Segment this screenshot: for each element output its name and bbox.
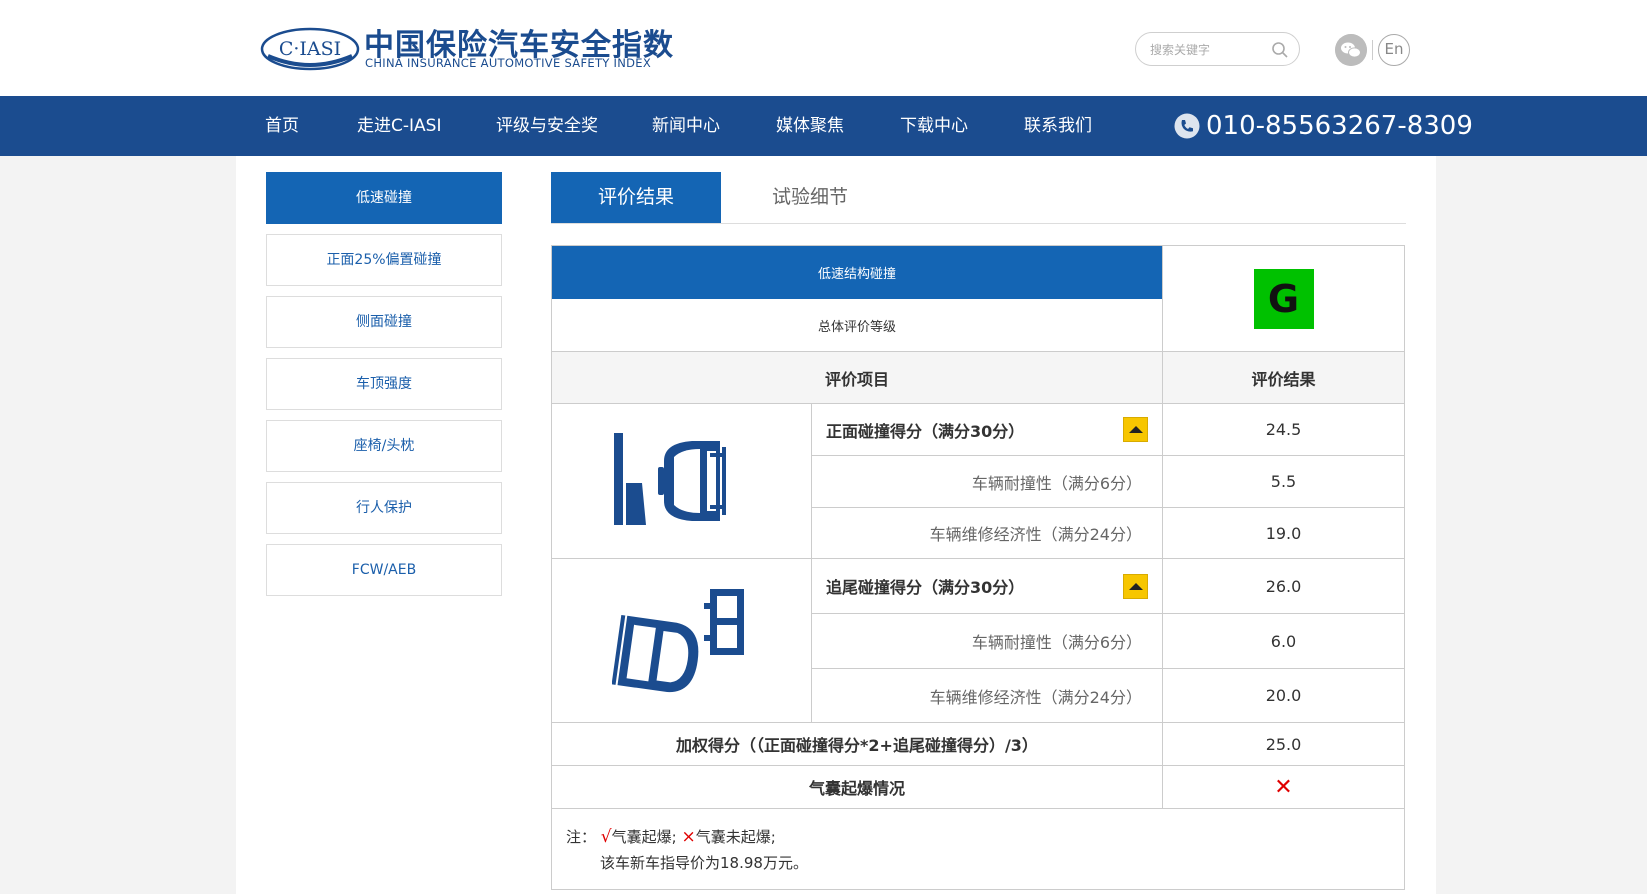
front-crashworthiness-label-cell: 车辆耐撞性（满分6分） [812, 456, 1162, 508]
sidebar-item-fcw-aeb[interactable]: FCW/AEB [266, 544, 502, 596]
search-box [1135, 32, 1300, 66]
sidebar-item-roof-strength[interactable]: 车顶强度 [266, 358, 502, 410]
overall-grade-badge: G [1253, 268, 1314, 329]
sidebar-item-side-impact[interactable]: 侧面碰撞 [266, 296, 502, 348]
phone-number-text: 010-85563267-8309 [1206, 111, 1473, 141]
rear-crash-title-cell: 追尾碰撞得分（满分30分） [812, 559, 1162, 614]
front-repair-economy-label: 车辆维修经济性（满分24分） [929, 525, 1142, 544]
note-line-legend: 注： √气囊起爆; ×气囊未起爆; [566, 824, 808, 850]
nav-item-about[interactable]: 走进C-IASI [357, 96, 441, 156]
overall-label: 总体评价等级 [817, 319, 896, 335]
nav-item-ratings[interactable]: 评级与安全奖 [496, 96, 598, 156]
column-header-item-label: 评价项目 [824, 369, 889, 389]
front-crashworthiness-label: 车辆耐撞性（满分6分） [971, 473, 1142, 493]
result-table: 低速结构碰撞 总体评价等级 G 评价项目 评价结果 正面碰撞得分（满分30分） … [551, 245, 1405, 890]
test-name: 低速结构碰撞 [817, 267, 896, 282]
overall-grade-cell: G [1163, 246, 1404, 352]
rear-repair-economy-label: 车辆维修经济性（满分24分） [929, 687, 1142, 707]
cross-icon: × [681, 827, 696, 847]
rear-crashworthiness-value-cell: 6.0 [1163, 614, 1404, 669]
note-price: 该车新车指导价为18.98万元。 [600, 854, 808, 872]
caret-up-icon [1128, 582, 1143, 590]
column-header-result-label: 评价结果 [1251, 369, 1316, 389]
result-note: 注： √气囊起爆; ×气囊未起爆; 该车新车指导价为18.98万元。 [566, 824, 808, 876]
airbag-label-cell: 气囊起爆情况 [552, 766, 1162, 809]
front-crash-title: 正面碰撞得分（满分30分） [826, 421, 1025, 441]
column-header-result: 评价结果 [1163, 352, 1404, 404]
nav-item-downloads[interactable]: 下载中心 [900, 96, 968, 156]
phone-icon [1174, 113, 1200, 139]
sidebar-item-pedestrian[interactable]: 行人保护 [266, 482, 502, 534]
rear-crash-icon [611, 588, 744, 692]
front-repair-economy-value: 19.0 [1265, 523, 1302, 543]
front-repair-economy-value-cell: 19.0 [1163, 508, 1404, 559]
front-repair-economy-label-cell: 车辆维修经济性（满分24分） [812, 508, 1162, 559]
front-crashworthiness-value-cell: 5.5 [1163, 456, 1404, 508]
tab-test-details[interactable]: 试验细节 [725, 172, 895, 223]
note-not-deployed: 气囊未起爆; [695, 828, 776, 846]
sidebar-item-small-overlap[interactable]: 正面25%偏置碰撞 [266, 234, 502, 286]
rear-crash-title: 追尾碰撞得分（满分30分） [826, 578, 1025, 597]
column-header-item: 评价项目 [552, 352, 1162, 404]
front-crash-icon [613, 433, 726, 525]
rear-repair-economy-value-cell: 20.0 [1163, 669, 1404, 723]
rear-crash-score: 26.0 [1265, 576, 1302, 596]
result-tabs: 评价结果 试验细节 [551, 172, 1406, 224]
sidebar-item-seat-headrest[interactable]: 座椅/头枕 [266, 420, 502, 472]
rear-repair-economy-label-cell: 车辆维修经济性（满分24分） [812, 669, 1162, 723]
front-crashworthiness-value: 5.5 [1270, 472, 1297, 491]
airbag-value-cell: ✕ [1163, 766, 1404, 809]
weighted-score-value: 25.0 [1265, 734, 1302, 754]
rear-crashworthiness-value: 6.0 [1270, 631, 1297, 651]
tab-results[interactable]: 评价结果 [551, 172, 721, 223]
wechat-icon[interactable] [1335, 34, 1367, 66]
front-crash-score-cell: 24.5 [1163, 404, 1404, 456]
overall-label-cell: 总体评价等级 [552, 299, 1162, 352]
search-input[interactable] [1150, 40, 1265, 60]
phone-number: 010-85563267-8309 [1174, 96, 1473, 156]
front-crash-collapse-toggle[interactable] [1123, 417, 1148, 442]
logo-title-en: CHINA INSURANCE AUTOMOTIVE SAFETY INDEX [365, 56, 652, 70]
weighted-score-label: 加权得分（（正面碰撞得分*2+追尾碰撞得分）/3） [676, 736, 1038, 755]
header-divider [1372, 40, 1373, 60]
sidebar-item-low-speed[interactable]: 低速碰撞 [266, 172, 502, 224]
nav-item-home[interactable]: 首页 [265, 96, 299, 156]
rear-crash-collapse-toggle[interactable] [1123, 573, 1148, 599]
rear-crashworthiness-label: 车辆耐撞性（满分6分） [971, 633, 1142, 652]
main-nav: 首页 走进C-IASI 评级与安全奖 新闻中心 媒体聚焦 下载中心 联系我们 0… [0, 96, 1647, 156]
nav-item-contact[interactable]: 联系我们 [1024, 96, 1092, 156]
rear-crash-score-cell: 26.0 [1163, 559, 1404, 614]
front-crash-score: 24.5 [1265, 420, 1302, 439]
site-logo[interactable]: C·IASI 中国保险汽车安全指数 CHINA INSURANCE AUTOMO… [260, 20, 673, 76]
rear-crash-illustration-cell [552, 559, 811, 723]
language-switch[interactable]: En [1378, 34, 1410, 66]
check-icon: √ [600, 827, 612, 847]
logo-mark-icon: C·IASI [260, 27, 360, 71]
rear-repair-economy-value: 20.0 [1265, 686, 1302, 705]
airbag-not-deployed-icon: ✕ [1274, 774, 1293, 800]
weighted-score-label-cell: 加权得分（（正面碰撞得分*2+追尾碰撞得分）/3） [552, 723, 1162, 766]
front-crash-title-cell: 正面碰撞得分（满分30分） [812, 404, 1162, 456]
note-prefix: 注： [566, 828, 597, 846]
search-icon[interactable] [1271, 41, 1289, 59]
airbag-label: 气囊起爆情况 [808, 779, 905, 798]
weighted-score-value-cell: 25.0 [1163, 723, 1404, 766]
front-crash-illustration-cell [552, 404, 811, 559]
note-deployed: 气囊起爆; [611, 828, 677, 846]
rear-crashworthiness-label-cell: 车辆耐撞性（满分6分） [812, 614, 1162, 669]
logo-mark-text: C·IASI [279, 38, 341, 60]
test-name-header: 低速结构碰撞 [552, 246, 1162, 299]
content-area: 低速碰撞 正面25%偏置碰撞 侧面碰撞 车顶强度 座椅/头枕 行人保护 FCW/… [236, 156, 1436, 894]
nav-item-media[interactable]: 媒体聚焦 [776, 96, 844, 156]
caret-up-icon [1128, 426, 1143, 433]
site-header: C·IASI 中国保险汽车安全指数 CHINA INSURANCE AUTOMO… [0, 0, 1647, 96]
nav-item-news[interactable]: 新闻中心 [652, 96, 720, 156]
